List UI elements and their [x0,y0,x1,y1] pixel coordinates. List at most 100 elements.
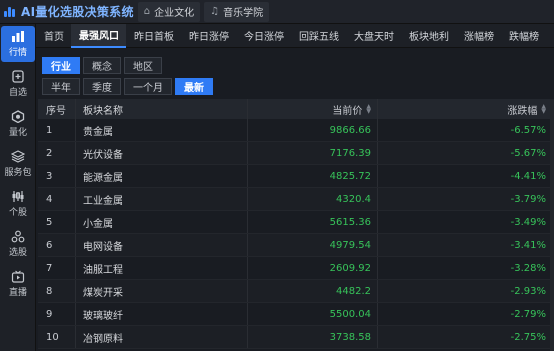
tab-pullback-five-lines[interactable]: 回踩五线 [291,24,346,48]
filter-one-month[interactable]: 一个月 [124,77,172,95]
table-header: 序号 板块名称 当前价 ▲ ▼ 涨跌幅 ▲ ▼ [38,99,554,119]
row-sector-name: 煤炭开采 [76,280,248,302]
row-price: 9866.66 [248,119,378,141]
left-sidebar: 行情 自选 量化 服务包 个股 选股 直播 [0,24,36,351]
row-sector-name: 工业金属 [76,188,248,210]
table-row[interactable]: 4 工业金属 4320.4 -3.79% [38,188,554,211]
tab-sector-advantage[interactable]: 板块地利 [401,24,456,48]
row-no: 6 [38,234,76,256]
row-change: -2.79% [510,308,546,320]
row-no: 3 [38,165,76,187]
filter-industry[interactable]: 行业 [42,56,80,74]
row-price: 4320.4 [248,188,378,210]
title-bar: AI量化选股决策系统 ⌂ 企业文化 ♫ 音乐学院 [0,0,554,24]
sidebar-item-label: 个股 [8,208,27,218]
row-price: 5615.36 [248,211,378,233]
quant-icon [11,110,25,123]
row-change: -5.67% [510,147,546,159]
pick-icon [11,230,25,243]
row-no: 2 [38,142,76,164]
row-price: 7176.39 [248,142,378,164]
tab-culture-label: 企业文化 [154,8,195,19]
table-row[interactable]: 3 能源金属 4825.72 -4.41% [38,165,554,188]
sector-table: 序号 板块名称 当前价 ▲ ▼ 涨跌幅 ▲ ▼ 1 贵金属 9866.66 -6.57% 2… [38,99,554,349]
row-change: -3.49% [510,216,546,228]
row-no: 8 [38,280,76,302]
sidebar-item-market[interactable]: 行情 [1,26,35,62]
row-no: 9 [38,303,76,325]
filter-region[interactable]: 地区 [124,56,162,74]
row-sector-name: 电网设备 [76,234,248,256]
sidebar-item-label: 自选 [8,88,27,98]
row-sector-name: 小金属 [76,211,248,233]
sidebar-item-watchlist[interactable]: 自选 [0,64,36,104]
row-change: -3.79% [510,193,546,205]
package-icon [11,150,25,163]
tab-yesterday-first-board[interactable]: 昨日首板 [126,24,181,48]
sidebar-item-package[interactable]: 服务包 [0,144,36,184]
header-name: 板块名称 [76,99,248,119]
header-price-label: 当前价 [332,105,363,117]
app-title: AI量化选股决策系统 [21,5,134,19]
sidebar-item-quant[interactable]: 量化 [0,104,36,144]
app-logo-icon [3,5,17,19]
table-row[interactable]: 7 油服工程 2609.92 -3.28% [38,257,554,280]
header-change[interactable]: 涨跌幅 ▲ ▼ [378,99,554,119]
sidebar-item-live[interactable]: 直播 [0,264,36,304]
row-no: 4 [38,188,76,210]
filter-half-year[interactable]: 半年 [42,77,80,95]
row-no: 1 [38,119,76,141]
row-sector-name: 能源金属 [76,165,248,187]
row-sector-name: 油服工程 [76,257,248,279]
row-sector-name: 光伏设备 [76,142,248,164]
row-change: -6.57% [510,124,546,136]
tab-music[interactable]: ♫ 音乐学院 [204,1,270,22]
header-change-label: 涨跌幅 [507,105,538,117]
tab-market-timing[interactable]: 大盘天时 [346,24,401,48]
sort-icon[interactable]: ▲ ▼ [541,104,546,115]
add-watch-icon [12,70,24,83]
table-row[interactable]: 8 煤炭开采 4482.2 -2.93% [38,280,554,303]
tab-gainers[interactable]: 涨幅榜 [456,24,501,48]
row-change: -2.75% [510,331,546,343]
live-icon [11,270,25,283]
tab-yesterday-limit-up[interactable]: 昨日涨停 [181,24,236,48]
tab-strongest-theme[interactable]: 最强风口 [71,23,126,48]
table-row[interactable]: 9 玻璃玻纤 5500.04 -2.79% [38,303,554,326]
sidebar-item-label: 行情 [8,48,27,58]
filter-concept[interactable]: 概念 [83,56,121,74]
sidebar-item-label: 服务包 [4,168,32,178]
sidebar-item-label: 直播 [8,288,27,298]
row-no: 5 [38,211,76,233]
tab-losers[interactable]: 跌幅榜 [501,24,546,48]
row-price: 4825.72 [248,165,378,187]
table-row[interactable]: 2 光伏设备 7176.39 -5.67% [38,142,554,165]
stock-icon [12,191,24,202]
tab-dragon-tiger[interactable]: 龙虎 [546,24,554,48]
sidebar-item-stock[interactable]: 个股 [0,184,36,224]
sidebar-item-label: 量化 [8,128,27,138]
tab-home[interactable]: 首页 [36,24,71,48]
row-price: 2609.92 [248,257,378,279]
scrollbar[interactable] [550,99,554,351]
table-row[interactable]: 5 小金属 5615.36 -3.49% [38,211,554,234]
row-change: -4.41% [510,170,546,182]
table-row[interactable]: 6 电网设备 4979.54 -3.41% [38,234,554,257]
table-row[interactable]: 1 贵金属 9866.66 -6.57% [38,119,554,142]
row-no: 10 [38,326,76,348]
header-no: 序号 [38,99,76,119]
header-price[interactable]: 当前价 ▲ ▼ [248,99,378,119]
top-nav: 首页 最强风口 昨日首板 昨日涨停 今日涨停 回踩五线 大盘天时 板块地利 涨幅… [36,23,554,48]
sort-icon[interactable]: ▲ ▼ [366,104,371,115]
row-change: -2.93% [510,285,546,297]
sidebar-item-label: 选股 [8,248,27,258]
tab-culture[interactable]: ⌂ 企业文化 [137,1,201,22]
filter-latest[interactable]: 最新 [175,77,213,95]
sidebar-item-pick[interactable]: 选股 [0,224,36,264]
row-change: -3.28% [510,262,546,274]
tab-today-limit-up[interactable]: 今日涨停 [236,24,291,48]
filter-quarter[interactable]: 季度 [83,77,121,95]
row-sector-name: 玻璃玻纤 [76,303,248,325]
table-body: 1 贵金属 9866.66 -6.57% 2 光伏设备 7176.39 -5.67% 3 能源金属… [38,119,554,349]
table-row[interactable]: 10 冶钢原料 3738.58 -2.75% [38,326,554,349]
